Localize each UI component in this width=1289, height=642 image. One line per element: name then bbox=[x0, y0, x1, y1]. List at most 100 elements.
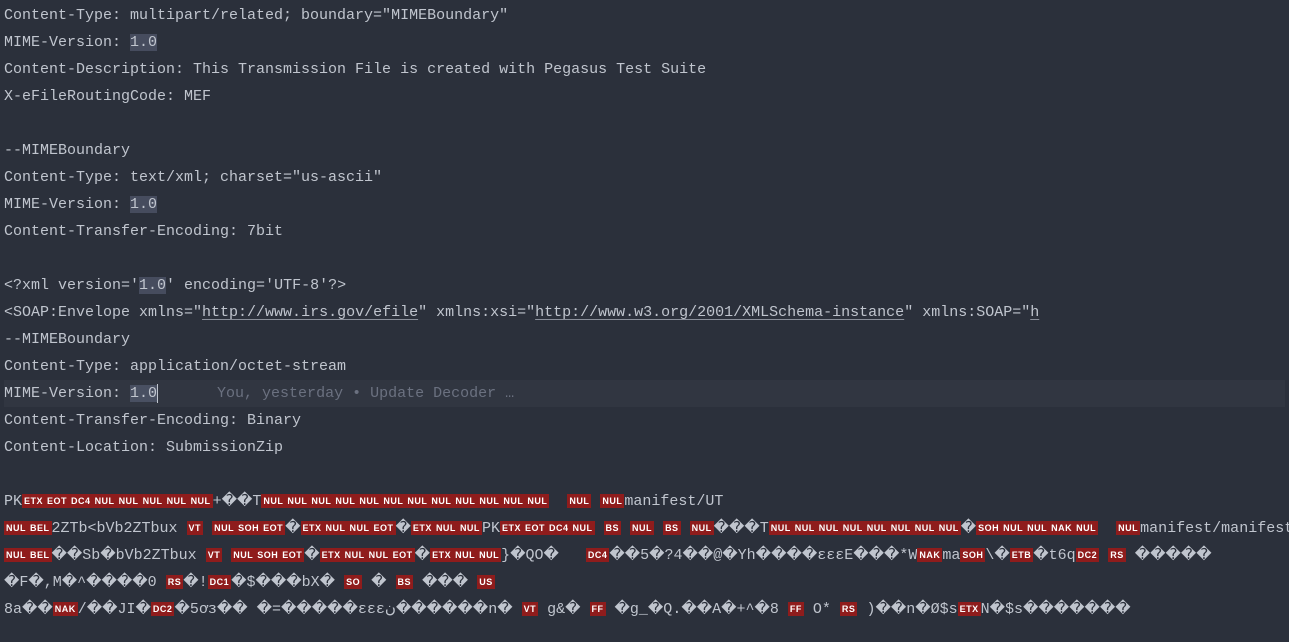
ctrl-char: NUL bbox=[1074, 521, 1098, 535]
ctrl-char: NUL bbox=[189, 494, 213, 508]
ctrl-char: DC2 bbox=[151, 602, 175, 616]
git-blame-annotation[interactable]: You, yesterday • Update Decoder … bbox=[217, 385, 514, 402]
text: Content-Transfer-Encoding: 7bit bbox=[4, 223, 283, 240]
code-line: Content-Description: This Transmission F… bbox=[4, 56, 1285, 83]
ctrl-char: NUL bbox=[453, 548, 477, 562]
ctrl-char: NUL bbox=[889, 521, 913, 535]
ctrl-char: NUL bbox=[600, 494, 624, 508]
url-link[interactable]: h bbox=[1030, 304, 1039, 321]
ctrl-char: DC2 bbox=[1076, 548, 1100, 562]
text: +��T bbox=[213, 493, 262, 510]
text: " xmlns:xsi=" bbox=[418, 304, 535, 321]
ctrl-char: ETX bbox=[411, 521, 434, 535]
text: ��Sb�bVb2ZTbux bbox=[52, 547, 197, 564]
ctrl-char: NAK bbox=[53, 602, 78, 616]
text: 8a�� bbox=[4, 601, 53, 618]
text: PK bbox=[482, 520, 500, 537]
ctrl-char: NUL bbox=[913, 521, 937, 535]
ctrl-char: ETX bbox=[500, 521, 523, 535]
url-link[interactable]: http://www.w3.org/2001/XMLSchema-instanc… bbox=[535, 304, 904, 321]
highlighted-text: 1.0 bbox=[130, 196, 157, 213]
code-line-binary: PKETXEOTDC4NULNULNULNULNUL+��TNULNULNULN… bbox=[4, 488, 1285, 515]
highlighted-text: 1.0 bbox=[139, 277, 166, 294]
ctrl-char: NUL bbox=[285, 494, 309, 508]
ctrl-char: ETX bbox=[430, 548, 453, 562]
ctrl-char: SO bbox=[344, 575, 362, 589]
ctrl-char: NUL bbox=[458, 521, 482, 535]
ctrl-char: NUL bbox=[1001, 521, 1025, 535]
ctrl-char: BS bbox=[396, 575, 414, 589]
ctrl-char: NUL bbox=[477, 548, 501, 562]
text: ��� bbox=[422, 574, 468, 591]
code-line: <SOAP:Envelope xmlns="http://www.irs.gov… bbox=[4, 299, 1285, 326]
ctrl-char: NUL bbox=[630, 521, 654, 535]
text: Content-Description: This Transmission F… bbox=[4, 61, 706, 78]
text: g&� bbox=[547, 601, 580, 618]
text: )��n�Ø$s bbox=[866, 601, 957, 618]
text: MIME-Version: bbox=[4, 196, 130, 213]
code-line bbox=[4, 110, 1285, 137]
highlighted-text: 1.0 bbox=[130, 385, 157, 402]
text: " xmlns:SOAP=" bbox=[904, 304, 1030, 321]
ctrl-char: US bbox=[477, 575, 495, 589]
text: �t6q bbox=[1033, 547, 1075, 564]
code-line: Content-Type: multipart/related; boundar… bbox=[4, 2, 1285, 29]
text: Content-Transfer-Encoding: Binary bbox=[4, 412, 301, 429]
ctrl-char: NUL bbox=[501, 494, 525, 508]
text: �! bbox=[183, 574, 207, 591]
ctrl-char: EOT bbox=[280, 548, 304, 562]
text: \� bbox=[985, 547, 1009, 564]
ctrl-char: SOH bbox=[236, 521, 261, 535]
ctrl-char: DC4 bbox=[586, 548, 610, 562]
text: MIME-Version: bbox=[4, 385, 130, 402]
code-editor[interactable]: Content-Type: multipart/related; boundar… bbox=[0, 0, 1289, 625]
highlighted-text: 1.0 bbox=[130, 34, 157, 51]
ctrl-char: DC1 bbox=[208, 575, 232, 589]
text: ����� bbox=[1135, 547, 1212, 564]
code-line: Content-Transfer-Encoding: Binary bbox=[4, 407, 1285, 434]
code-line-binary: 8a��NAK/��JI�DC2�5ơз�� �=�����ɛɛɛن������… bbox=[4, 596, 1285, 623]
text: Content-Type: text/xml; charset="us-asci… bbox=[4, 169, 382, 186]
code-line-binary: �F�,M�^����0 RS�!DC1�$���bX� SO � BS ���… bbox=[4, 569, 1285, 596]
text: N�$s������� bbox=[981, 601, 1131, 618]
ctrl-char: FF bbox=[788, 602, 804, 616]
code-line-binary: NULBEL��Sb�bVb2ZTbux VT NULSOHEOT�ETXNUL… bbox=[4, 542, 1285, 569]
ctrl-char: NUL bbox=[93, 494, 117, 508]
ctrl-char: NUL bbox=[1116, 521, 1140, 535]
text: <?xml version=' bbox=[4, 277, 139, 294]
ctrl-char: ETX bbox=[301, 521, 324, 535]
text: }�QO� bbox=[501, 547, 559, 564]
ctrl-char: NUL bbox=[333, 494, 357, 508]
ctrl-char: NUL bbox=[348, 521, 372, 535]
code-line: --MIMEBoundary bbox=[4, 137, 1285, 164]
text: Content-Type: multipart/related; boundar… bbox=[4, 7, 508, 24]
text: Content-Type: application/octet-stream bbox=[4, 358, 346, 375]
code-line: <?xml version='1.0' encoding='UTF-8'?> bbox=[4, 272, 1285, 299]
ctrl-char: NUL bbox=[117, 494, 141, 508]
ctrl-char: SOH bbox=[976, 521, 1001, 535]
ctrl-char: NAK bbox=[917, 548, 942, 562]
ctrl-char: RS bbox=[1108, 548, 1126, 562]
text: �F�,M�^����0 bbox=[4, 574, 157, 591]
text: Content-Location: SubmissionZip bbox=[4, 439, 283, 456]
ctrl-char: NUL bbox=[769, 521, 793, 535]
ctrl-char: RS bbox=[166, 575, 184, 589]
text: manifest/manifest.xmlUT bbox=[1140, 520, 1289, 537]
text: �g_�Q.��A�+^�8 bbox=[615, 601, 779, 618]
url-link[interactable]: http://www.irs.gov/efile bbox=[202, 304, 418, 321]
text: X-eFileRoutingCode: MEF bbox=[4, 88, 211, 105]
text: � bbox=[371, 574, 386, 591]
code-line-current: MIME-Version: 1.0 You, yesterday • Update… bbox=[4, 380, 1285, 407]
code-line: Content-Type: application/octet-stream bbox=[4, 353, 1285, 380]
ctrl-char: NUL bbox=[841, 521, 865, 535]
ctrl-char: VT bbox=[522, 602, 539, 616]
ctrl-char: NUL bbox=[381, 494, 405, 508]
ctrl-char: NUL bbox=[690, 521, 714, 535]
code-line: Content-Type: text/xml; charset="us-asci… bbox=[4, 164, 1285, 191]
ctrl-char: NUL bbox=[429, 494, 453, 508]
ctrl-char: NUL bbox=[165, 494, 189, 508]
text: manifest/UT bbox=[624, 493, 723, 510]
code-line: Content-Location: SubmissionZip bbox=[4, 434, 1285, 461]
ctrl-char: ETB bbox=[1010, 548, 1034, 562]
ctrl-char: EOT bbox=[372, 521, 396, 535]
